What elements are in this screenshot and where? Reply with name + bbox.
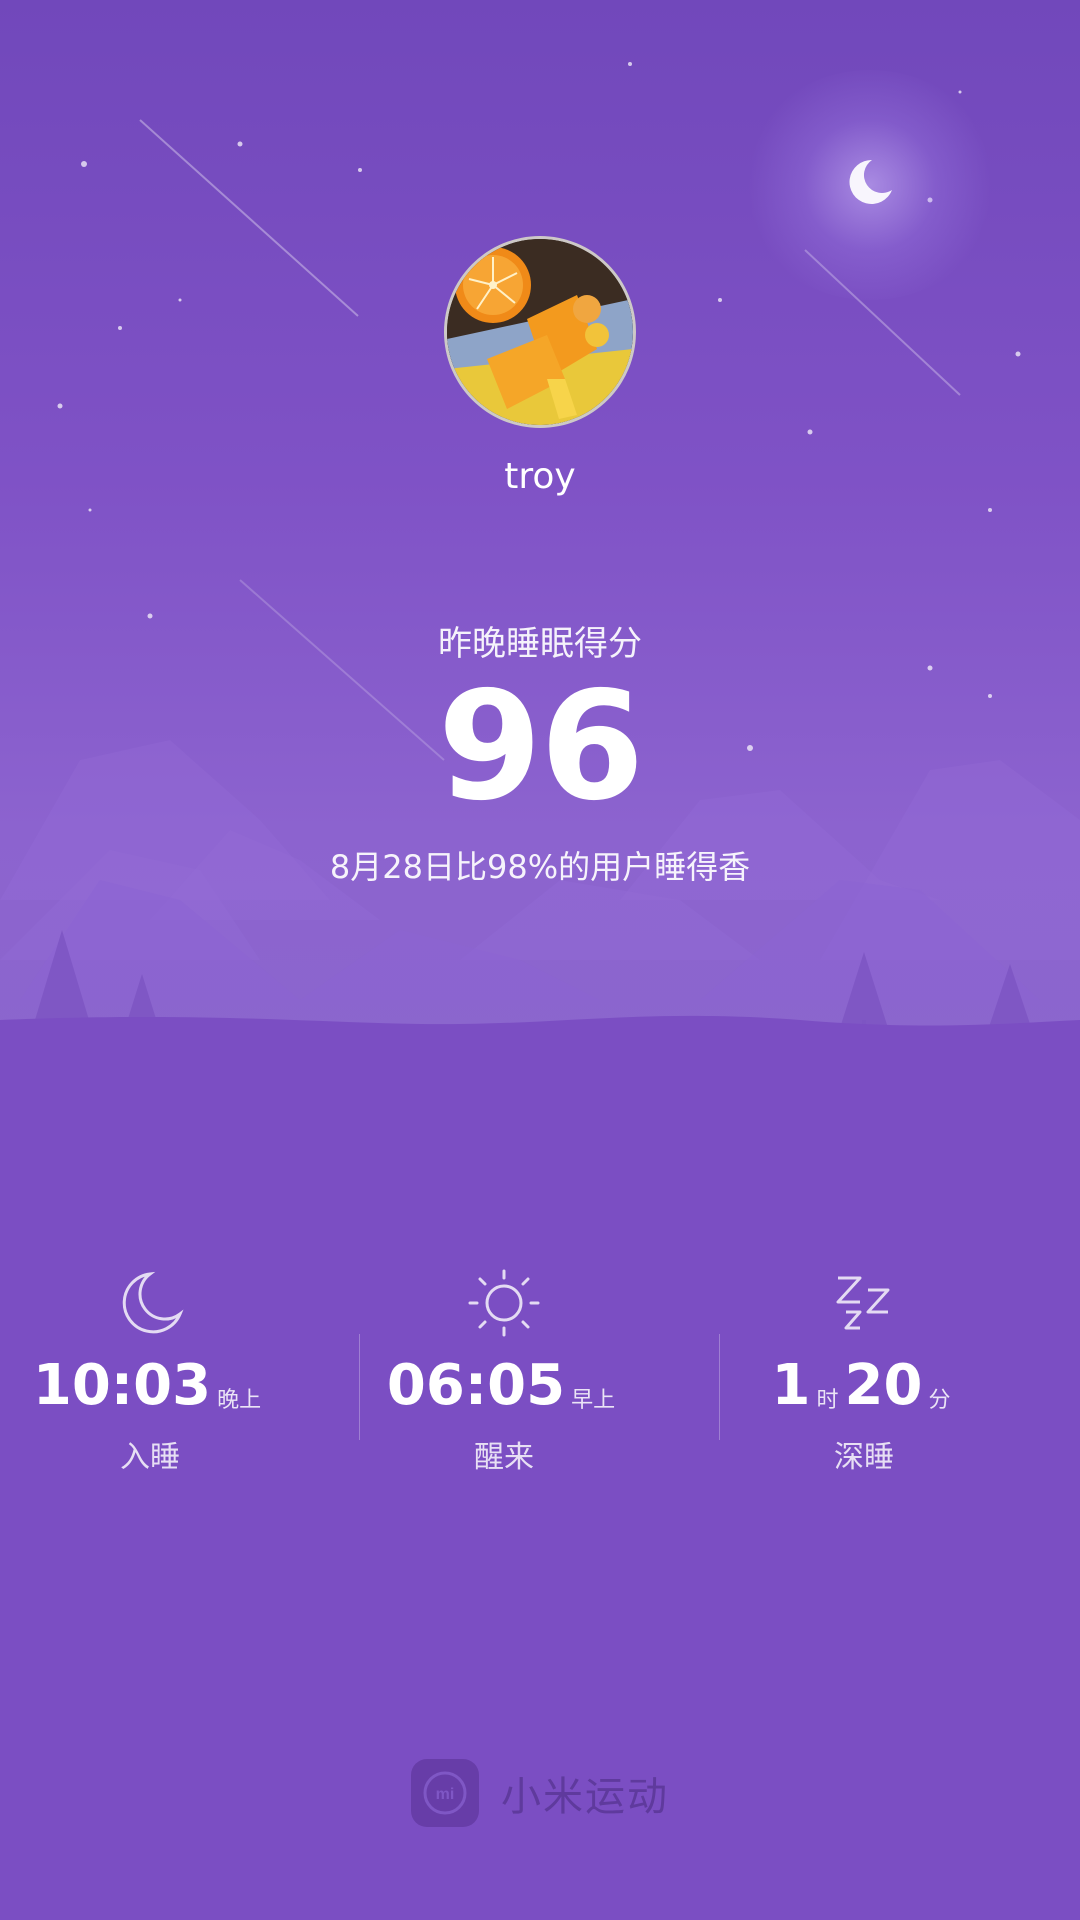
sleep-score-label: 昨晚睡眠得分 [438,624,642,664]
sun-icon [468,1269,540,1337]
avatar-image [447,239,633,425]
deep-sleep-hours-unit: 时 [816,1388,839,1413]
app-brand-footer: mi 小米运动 [0,1758,1080,1828]
sleep-score-value: 96 [437,660,645,834]
username: troy [504,456,576,497]
mi-fit-logo: mi [411,1759,479,1827]
sleep-score-description: 8月28日比98%的用户睡得香 [329,848,751,886]
moon-icon [122,1271,184,1334]
wake-up-period: 早上 [571,1388,616,1413]
deep-sleep-minutes: 20 [844,1353,923,1418]
stat-fall-asleep: 10:03 晚上 入睡 [0,1268,300,1476]
mi-logo-text: mi [436,1786,455,1803]
fall-asleep-time: 10:03 [32,1353,212,1418]
avatar[interactable] [444,236,636,428]
zzz-icon [836,1276,890,1330]
fall-asleep-label: 入睡 [120,1440,180,1475]
wake-up-time: 06:05 [386,1353,566,1418]
mi-logo-icon: mi [423,1771,467,1815]
moon-icon-decoration [849,159,892,204]
fall-asleep-period: 晚上 [217,1388,262,1413]
wake-up-label: 醒来 [474,1440,534,1475]
deep-sleep-minutes-unit: 分 [928,1388,951,1413]
stat-deep-sleep: 1 时 20 分 深睡 [714,1268,1014,1476]
app-name: 小米运动 [501,1774,669,1820]
stat-wake-up: 06:05 早上 醒来 [354,1268,654,1476]
deep-sleep-label: 深睡 [834,1440,894,1475]
deep-sleep-hours: 1 [771,1353,811,1418]
